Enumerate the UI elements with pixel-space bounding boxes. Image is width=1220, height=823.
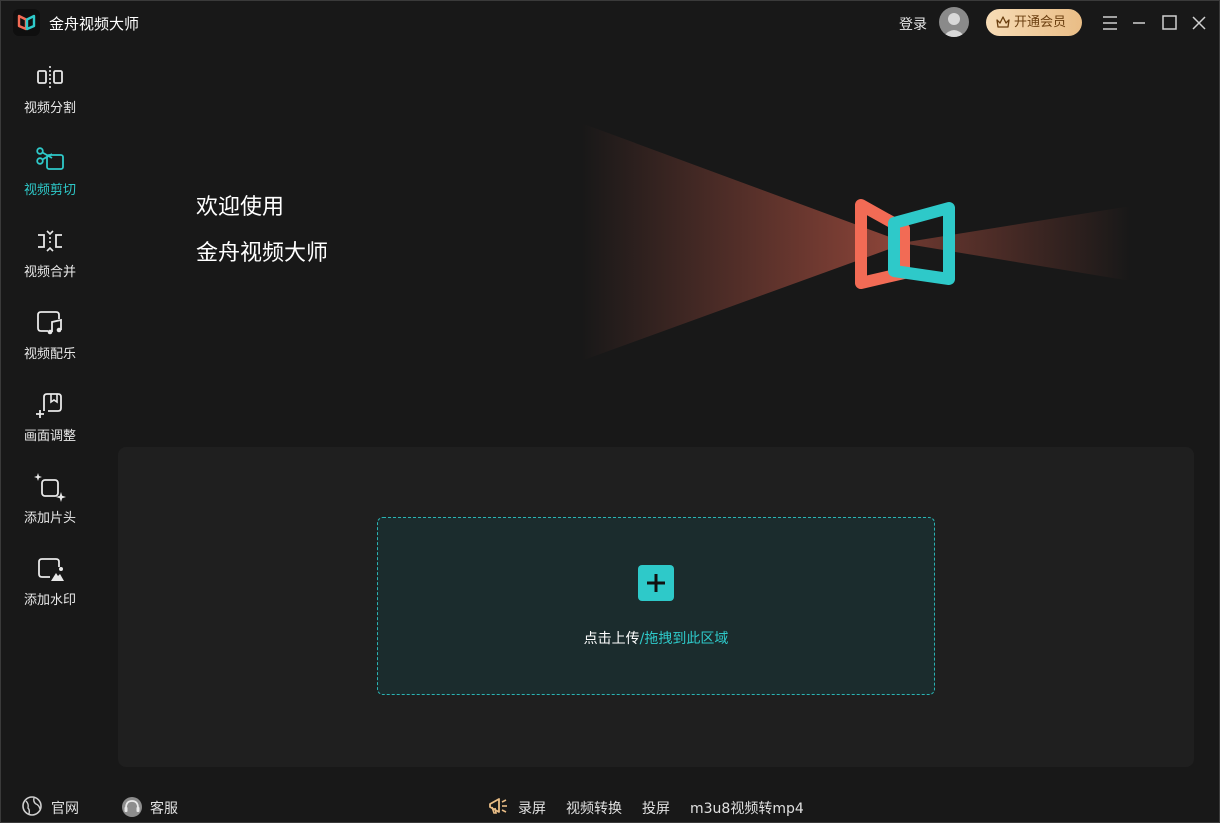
sidebar-item-intro[interactable]: 添加片头 [1,455,99,537]
globe-icon [22,796,42,816]
scissors-icon [36,147,64,170]
sidebar-item-label: 视频分割 [23,101,76,116]
sidebar-item-label: 视频配乐 [23,347,76,362]
sidebar-item-label: 画面调整 [23,429,76,444]
vip-label: 开通会员 [1014,15,1067,30]
record-megaphone-icon [489,798,507,814]
welcome-app-name: 金舟视频大师 [196,241,329,266]
login-link[interactable]: 登录 [899,14,927,34]
upload-dropzone[interactable]: 点击上传/拖拽到此区域 [377,517,935,695]
upload-click-text: 点击上传 [583,631,640,647]
sidebar-item-adjust[interactable]: 画面调整 [1,373,99,455]
menu-icon[interactable] [1099,12,1121,34]
service-label: 客服 [150,801,178,817]
music-icon [37,311,62,335]
upload-panel: 点击上传/拖拽到此区域 [118,447,1194,767]
sidebar-item-cut[interactable]: 视频剪切 [1,127,99,209]
title-bar: 金舟视频大师 登录 开通会员 [1,1,1219,45]
sidebar-item-watermark[interactable]: 添加水印 [1,537,99,619]
headset-icon [122,797,142,817]
sidebar-item-split[interactable]: 视频分割 [1,45,99,127]
sparkle-icon [34,473,66,502]
sidebar-item-label: 添加片头 [23,511,76,526]
footer-link-convert[interactable]: 视频转换 [566,798,622,818]
sidebar: 视频分割 视频剪切 视频合并 视频配乐 画面调整 添加片头 添加水印 [1,45,99,645]
minimize-icon[interactable] [1128,12,1150,34]
avatar[interactable] [939,7,969,37]
crop-icon [36,393,62,418]
watermark-icon [38,558,64,581]
hero-logo-illustration [581,123,1131,361]
website-link[interactable]: 官网 [21,796,91,818]
customer-service-link[interactable]: 客服 [120,796,190,818]
footer-link-cast[interactable]: 投屏 [642,798,670,818]
add-file-button[interactable] [638,565,674,601]
footer-link-record[interactable]: 录屏 [518,798,546,818]
vip-button[interactable]: 开通会员 [986,9,1082,36]
upload-instructions: 点击上传/拖拽到此区域 [378,628,934,648]
crown-icon [996,16,1010,28]
plus-icon [647,574,665,592]
welcome-text: 欢迎使用 [196,195,285,220]
merge-icon [38,230,62,252]
close-icon[interactable] [1188,12,1210,34]
upload-drag-text: /拖拽到此区域 [639,631,729,647]
app-window: 金舟视频大师 登录 开通会员 视频分割 视频剪切 视频合并 视频配乐 画面调整 … [0,0,1220,823]
split-icon [37,66,63,88]
maximize-icon[interactable] [1158,12,1180,34]
app-logo-icon [13,9,40,36]
app-title: 金舟视频大师 [49,15,140,33]
sidebar-item-label: 添加水印 [23,593,76,608]
sidebar-item-music[interactable]: 视频配乐 [1,291,99,373]
sidebar-item-label: 视频合并 [23,265,76,280]
sidebar-item-label: 视频剪切 [23,183,76,198]
website-label: 官网 [51,801,79,817]
footer-link-m3u8[interactable]: m3u8视频转mp4 [690,798,804,818]
sidebar-item-merge[interactable]: 视频合并 [1,209,99,291]
